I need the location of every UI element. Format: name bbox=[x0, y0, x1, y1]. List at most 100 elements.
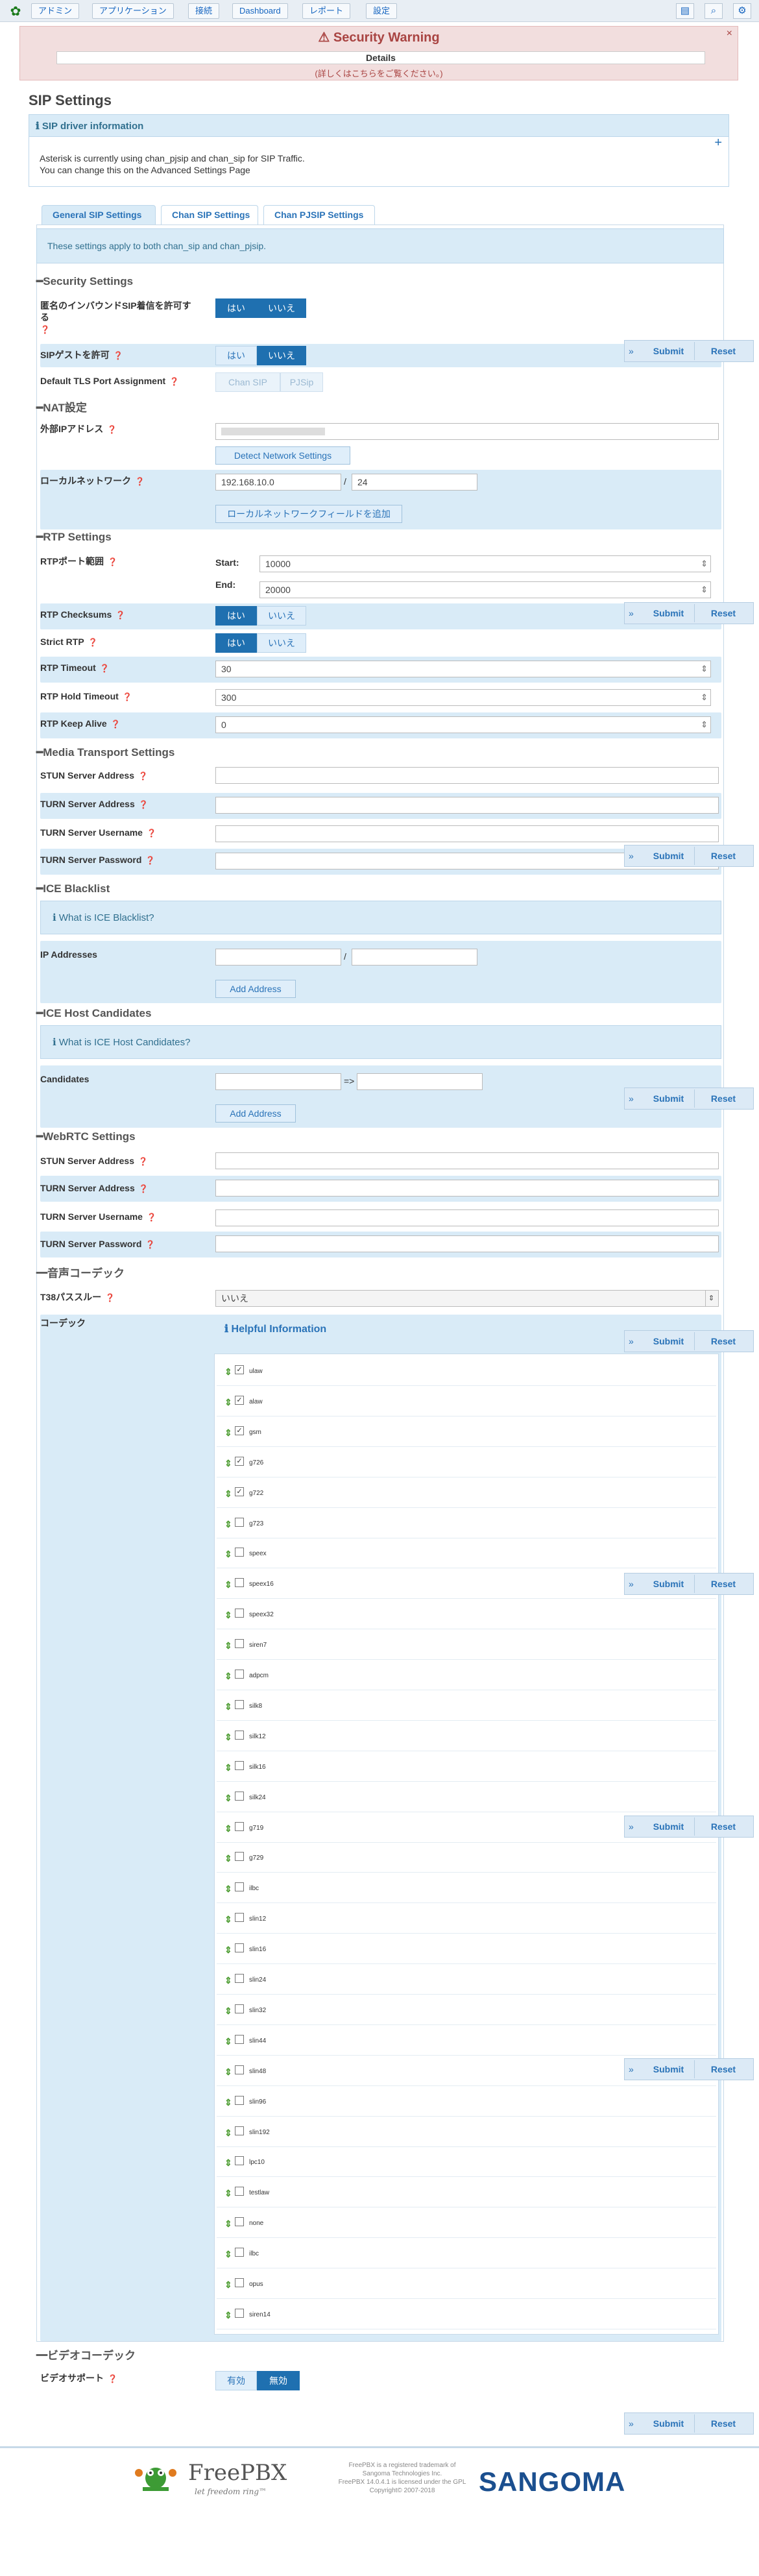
codec-checkbox[interactable] bbox=[235, 1943, 244, 1952]
codec-item[interactable]: ⇕ slin96 bbox=[217, 2087, 716, 2117]
webrtc-stun-input[interactable] bbox=[215, 1152, 719, 1169]
codec-checkbox[interactable] bbox=[235, 2035, 244, 2044]
codec-item[interactable]: ⇕ speex32 bbox=[217, 1599, 716, 1629]
drag-handle-icon[interactable]: ⇕ bbox=[224, 1458, 232, 1469]
anon-inbound-yes[interactable]: はい bbox=[215, 298, 257, 318]
codec-item[interactable]: ⇕ silk24 bbox=[217, 1782, 716, 1812]
freepbx-frog-logo-icon[interactable]: ✿ bbox=[4, 3, 27, 19]
section-ice-host-candidates[interactable]: ━ICE Host Candidates bbox=[36, 1007, 151, 1020]
codec-checkbox[interactable] bbox=[235, 1761, 244, 1770]
drag-handle-icon[interactable]: ⇕ bbox=[224, 2279, 232, 2290]
submit-button[interactable]: Submit bbox=[643, 1332, 695, 1350]
ice-blacklist-add-address-button[interactable]: Add Address bbox=[215, 980, 296, 998]
drag-handle-icon[interactable]: ⇕ bbox=[224, 2310, 232, 2321]
section-media-transport[interactable]: ━Media Transport Settings bbox=[36, 746, 175, 759]
help-icon[interactable]: ❓ bbox=[139, 800, 149, 809]
warning-details-button[interactable]: Details bbox=[56, 51, 705, 64]
codec-checkbox[interactable]: ✓ bbox=[235, 1457, 244, 1466]
rtp-checksums-yes[interactable]: はい bbox=[215, 606, 257, 626]
t38-passthrough-select[interactable]: いいえ ⇕ bbox=[215, 1290, 719, 1307]
codec-item[interactable]: ⇕ none bbox=[217, 2208, 716, 2238]
anon-inbound-no[interactable]: いいえ bbox=[257, 298, 306, 318]
submit-button[interactable]: Submit bbox=[643, 2060, 695, 2078]
help-icon[interactable]: ❓ bbox=[145, 856, 155, 865]
codec-item[interactable]: ⇕ speex bbox=[217, 1538, 716, 1568]
help-icon[interactable]: ❓ bbox=[88, 638, 98, 647]
rtp-checksums-no[interactable]: いいえ bbox=[257, 606, 306, 626]
close-icon[interactable]: × bbox=[727, 28, 732, 40]
codec-item[interactable]: ⇕ slin32 bbox=[217, 1995, 716, 2025]
codec-checkbox[interactable] bbox=[235, 1913, 244, 1922]
drag-handle-icon[interactable]: ⇕ bbox=[224, 1549, 232, 1560]
rtp-keepalive-input[interactable]: 0 bbox=[215, 716, 711, 733]
drag-handle-icon[interactable]: ⇕ bbox=[224, 2157, 232, 2169]
help-icon[interactable]: ❓ bbox=[40, 325, 50, 334]
codec-item[interactable]: ⇕ siren7 bbox=[217, 1630, 716, 1660]
codec-checkbox[interactable] bbox=[235, 1852, 244, 1861]
drag-handle-icon[interactable]: ⇕ bbox=[224, 1367, 232, 1378]
drag-handle-icon[interactable]: ⇕ bbox=[224, 2218, 232, 2230]
menu-applications[interactable]: アプリケーション bbox=[92, 3, 174, 19]
sip-driver-info-header[interactable]: ℹ SIP driver information bbox=[29, 115, 729, 137]
chevron-right-icon[interactable]: » bbox=[629, 1821, 634, 1832]
chevron-right-icon[interactable]: » bbox=[629, 608, 634, 618]
drag-handle-icon[interactable]: ⇕ bbox=[224, 1823, 232, 1834]
drag-handle-icon[interactable]: ⇕ bbox=[224, 1640, 232, 1651]
codec-checkbox[interactable]: ✓ bbox=[235, 1426, 244, 1435]
codec-checkbox[interactable] bbox=[235, 1882, 244, 1891]
ice-host-add-address-button[interactable]: Add Address bbox=[215, 1104, 296, 1123]
codec-checkbox[interactable] bbox=[235, 2126, 244, 2135]
drag-handle-icon[interactable]: ⇕ bbox=[224, 1488, 232, 1500]
video-support-enabled[interactable]: 有効 bbox=[215, 2371, 257, 2390]
codec-checkbox[interactable] bbox=[235, 1670, 244, 1679]
help-icon[interactable]: ❓ bbox=[108, 557, 117, 566]
codec-item[interactable]: ⇕ slin24 bbox=[217, 1965, 716, 1995]
help-icon[interactable]: ❓ bbox=[147, 1213, 156, 1222]
codec-checkbox[interactable] bbox=[235, 1700, 244, 1709]
drag-handle-icon[interactable]: ⇕ bbox=[224, 1884, 232, 1895]
codec-checkbox[interactable] bbox=[235, 1974, 244, 1983]
codec-item[interactable]: ⇕ ilbc bbox=[217, 1873, 716, 1903]
menu-reports[interactable]: レポート bbox=[302, 3, 351, 19]
sangoma-logo[interactable]: SANGOMA bbox=[479, 2466, 625, 2497]
codec-item[interactable]: ⇕ ilbc bbox=[217, 2239, 716, 2268]
submit-button[interactable]: Submit bbox=[643, 2414, 695, 2433]
chevron-right-icon[interactable]: » bbox=[629, 851, 634, 861]
codec-checkbox[interactable] bbox=[235, 1731, 244, 1740]
codec-checkbox[interactable] bbox=[235, 1518, 244, 1527]
codec-item[interactable]: ⇕ ✓ gsm bbox=[217, 1417, 716, 1447]
codec-checkbox[interactable]: ✓ bbox=[235, 1487, 244, 1496]
help-icon[interactable]: ❓ bbox=[139, 1184, 149, 1193]
warning-subtext-link[interactable]: (詳しくはこちらをご覧ください。) bbox=[20, 67, 738, 79]
drag-handle-icon[interactable]: ⇕ bbox=[224, 1762, 232, 1773]
drag-handle-icon[interactable]: ⇕ bbox=[224, 1853, 232, 1864]
codec-checkbox[interactable] bbox=[235, 1639, 244, 1648]
codec-item[interactable]: ⇕ slin12 bbox=[217, 1904, 716, 1934]
drag-handle-icon[interactable]: ⇕ bbox=[224, 1519, 232, 1530]
codec-item[interactable]: ⇕ g723 bbox=[217, 1509, 716, 1538]
codec-checkbox[interactable] bbox=[235, 2278, 244, 2287]
rtp-timeout-input[interactable]: 30 bbox=[215, 661, 711, 677]
webrtc-turn-password-input[interactable] bbox=[215, 1235, 719, 1252]
ice-blacklist-mask-input[interactable] bbox=[352, 949, 477, 966]
codec-item[interactable]: ⇕ slin16 bbox=[217, 1934, 716, 1964]
drag-handle-icon[interactable]: ⇕ bbox=[224, 1428, 232, 1439]
drag-handle-icon[interactable]: ⇕ bbox=[224, 1671, 232, 1682]
codec-item[interactable]: ⇕ slin192 bbox=[217, 2117, 716, 2147]
chevron-right-icon[interactable]: » bbox=[629, 1336, 634, 1346]
reset-button[interactable]: Reset bbox=[697, 604, 749, 622]
codec-item[interactable]: ⇕ lpc10 bbox=[217, 2147, 716, 2177]
drag-handle-icon[interactable]: ⇕ bbox=[224, 1610, 232, 1621]
submit-button[interactable]: Submit bbox=[643, 342, 695, 360]
menu-settings[interactable]: 設定 bbox=[366, 3, 398, 19]
section-security-settings[interactable]: ━Security Settings bbox=[36, 275, 133, 288]
id-card-icon[interactable]: ▤ bbox=[676, 3, 694, 19]
tab-general-sip-settings[interactable]: General SIP Settings bbox=[42, 205, 156, 225]
codec-item[interactable]: ⇕ adpcm bbox=[217, 1660, 716, 1690]
tls-pjsip-option[interactable]: PJSip bbox=[280, 372, 323, 392]
codec-item[interactable]: ⇕ g729 bbox=[217, 1843, 716, 1873]
ice-blacklist-ip-input[interactable] bbox=[215, 949, 341, 966]
gear-icon[interactable]: ⚙ bbox=[733, 3, 751, 19]
sip-guest-yes[interactable]: はい bbox=[215, 346, 257, 365]
help-icon[interactable]: ❓ bbox=[138, 772, 148, 781]
